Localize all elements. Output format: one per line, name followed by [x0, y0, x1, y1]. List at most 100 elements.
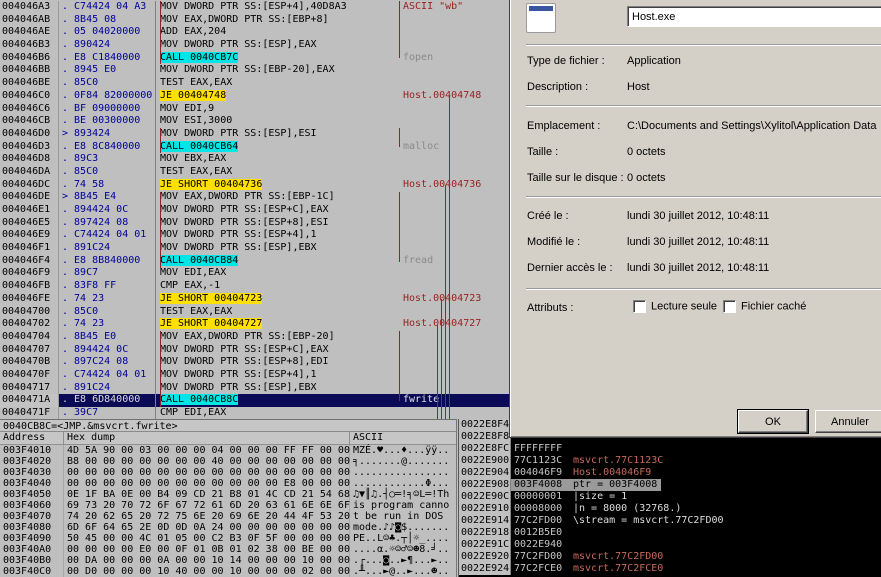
instruction-text: MOV DWORD PTR SS:[ESP],EBX	[160, 381, 317, 393]
disasm-row[interactable]: 004046AE . 05 04020000 ADD EAX,204	[0, 26, 509, 40]
dump-row[interactable]: 003F4040 00 00 00 00 00 00 00 00 00 00 00…	[0, 478, 456, 489]
disasm-row[interactable]: 0040470F . C74424 04 01 MOV DWORD PTR SS:[…	[0, 368, 509, 382]
property-label: Emplacement :	[527, 120, 601, 132]
disasm-row[interactable]: 004046D8 . 89C3 MOV EBX,EAX	[0, 153, 509, 166]
instruction-cell: CALL 0040CB7C	[155, 51, 393, 65]
stack-comment: msvcrt.77C1123C	[573, 455, 664, 466]
dump-row[interactable]: 003F4070 74 20 62 65 20 72 75 6E 20 69 6E…	[0, 511, 456, 522]
dump-row[interactable]: 003F40A0 00 00 00 00 E0 00 0F 01 0B 01 02…	[0, 544, 456, 555]
disasm-row[interactable]: 004046F9 . 89C7 MOV EDI,EAX	[0, 267, 509, 281]
stack-comment: ptr = 003F4008	[573, 479, 662, 491]
instruction-text: JE SHORT 00404723	[160, 292, 263, 304]
hidden-checkbox[interactable]	[723, 300, 736, 313]
stack-row[interactable]: 0022E91C 0022E940	[459, 539, 881, 551]
dump-row[interactable]: 003F4050 0E 1F BA 0E 00 B4 09 CD 21 B8 01…	[0, 489, 456, 500]
instruction-address: 00404717	[2, 381, 51, 393]
ok-button[interactable]: OK	[737, 409, 809, 434]
disasm-row[interactable]: 004046DC . 74 58 JE SHORT 00404736 Host.004…	[0, 178, 509, 192]
disasm-row[interactable]: 0040470B . 897C24 08 MOV DWORD PTR SS:[ESP…	[0, 356, 509, 369]
instruction-text: MOV EAX,DWORD PTR SS:[EBP+8]	[160, 13, 329, 25]
disasm-row[interactable]: 004046C0 . 0F84 82000000 JE 00404748 Host.0…	[0, 89, 509, 103]
dump-row[interactable]: 003F4080 6D 6F 64 65 2E 0D 0D 0A 24 00 00…	[0, 522, 456, 533]
stack-address: 0022E900	[459, 455, 511, 467]
disasm-row[interactable]: 004046BB . 8945 E0 MOV DWORD PTR SS:[EBP-2…	[0, 64, 509, 78]
instruction-bytes: . 89C7	[58, 267, 155, 281]
stack-row[interactable]: 0022E914 77C2FD00 \stream = msvcrt.77C2FD0…	[459, 515, 881, 527]
instruction-bytes: . 891C24	[58, 381, 155, 395]
dump-address: 003F40C0	[0, 566, 64, 577]
instruction-comment: Host.00404748	[403, 89, 482, 101]
disasm-row[interactable]: 004046E5 . 897424 08 MOV DWORD PTR SS:[ESP…	[0, 216, 509, 230]
instruction-cell: MOV EAX,DWORD PTR SS:[EBP-1C]	[155, 191, 393, 204]
disasm-row[interactable]: 004046FB . 83F8 FF CMP EAX,-1	[0, 280, 509, 293]
disasm-row[interactable]: 00404707 . 894424 0C MOV DWORD PTR SS:[ESP…	[0, 343, 509, 357]
instruction-cell: MOV DWORD PTR SS:[ESP+8],EDI	[155, 356, 393, 369]
arg-bracket-fread	[160, 192, 161, 268]
instruction-address: 004046FE	[2, 292, 51, 304]
dump-row[interactable]: 003F4090 50 45 00 00 4C 01 05 00 C2 B3 0F…	[0, 533, 456, 544]
filename-input[interactable]	[627, 6, 881, 27]
stack-address: 0022E904	[459, 467, 511, 479]
stack-row[interactable]: 0022E908 003F4008 ptr = 003F4008	[459, 479, 881, 491]
disasm-row[interactable]: 004046DA . 85C0 TEST EAX,EAX	[0, 165, 509, 179]
disasm-row[interactable]: 004046A3 . C74424 04 A3 MOV DWORD PTR SS:[…	[0, 1, 509, 14]
disasm-row[interactable]: 004046DE > 8B45 E4 MOV EAX,DWORD PTR SS:[E…	[0, 191, 509, 204]
instruction-address: 004046B6	[2, 51, 51, 63]
dump-row[interactable]: 003F4010 4D 5A 90 00 03 00 00 00 04 00 00…	[0, 445, 456, 456]
instruction-bytes: . 74 23	[58, 292, 155, 306]
stack-row[interactable]: 0022E900 77C1123C msvcrt.77C1123C	[459, 455, 881, 467]
disasm-row[interactable]: 004046B6 . E8 C1840000 CALL 0040CB7C fopen	[0, 51, 509, 65]
instruction-comment	[393, 242, 509, 255]
disasm-row[interactable]: 004046E1 . 894424 0C MOV DWORD PTR SS:[ESP…	[0, 204, 509, 217]
disasm-row[interactable]: 00404702 . 74 23 JE SHORT 00404727 Host.004…	[0, 318, 509, 331]
stack-row[interactable]: 0022E920 77C2FD00 msvcrt.77C2FD00	[459, 551, 881, 563]
stack-row[interactable]: 0022E8FC FFFFFFFF	[459, 443, 881, 455]
cancel-button[interactable]: Annuler	[815, 410, 881, 433]
disasm-row[interactable]: 004046D0 > 893424 MOV DWORD PTR SS:[ESP],E…	[0, 127, 509, 141]
stack-row[interactable]: 0022E90C 00000001 |size = 1	[459, 491, 881, 503]
stack-row[interactable]: 0022E910 00008000 |n = 8000 (32768.)	[459, 503, 881, 515]
dump-row[interactable]: 003F4020 B8 00 00 00 00 00 00 00 40 00 00…	[0, 456, 456, 467]
instruction-cell: MOV DWORD PTR SS:[ESP+C],EAX	[155, 204, 393, 217]
dump-row[interactable]: 003F4030 00 00 00 00 00 00 00 00 00 00 00…	[0, 467, 456, 478]
stack-value: 77C2FD00	[514, 515, 563, 526]
stack-row[interactable]: 0022E918 0012B5E0	[459, 527, 881, 539]
readonly-checkbox[interactable]	[633, 300, 646, 313]
instruction-comment	[393, 369, 509, 382]
disasm-row[interactable]: 004046AB . 8B45 08 MOV EAX,DWORD PTR SS:[E…	[0, 13, 509, 27]
instruction-address: 004046F1	[2, 242, 51, 254]
separator	[526, 105, 881, 107]
dump-ascii: ....α.☼☺♂☺☻8.╛..	[353, 544, 450, 555]
stack-row[interactable]: 0022E924 77C2FCE0 msvcrt.77C2FCE0	[459, 563, 881, 575]
instruction-comment	[393, 26, 509, 39]
instruction-bytes: . 897424 08	[58, 216, 155, 230]
instruction-address: 00404707	[2, 343, 51, 355]
disasm-row[interactable]: 004046FE . 74 23 JE SHORT 00404723 Host.004…	[0, 292, 509, 306]
dump-row[interactable]: 003F40B0 00 DA 00 00 00 0A 00 00 10 14 00…	[0, 555, 456, 566]
instruction-cell: MOV DWORD PTR SS:[EBP-20],EAX	[155, 64, 393, 78]
disasm-row[interactable]: 004046D3 . E8 8C840000 CALL 0040CB64 malloc	[0, 140, 509, 154]
disasm-row[interactable]: 004046B3 . 890424 MOV DWORD PTR SS:[ESP],E…	[0, 39, 509, 52]
instruction-text: TEST EAX,EAX	[160, 165, 233, 177]
disasm-row[interactable]: 004046CB . BE 00300000 MOV ESI,3000	[0, 115, 509, 128]
instruction-bytes: . 894424 0C	[58, 204, 155, 217]
disasm-row[interactable]: 00404704 . 8B45 E0 MOV EAX,DWORD PTR SS:[E…	[0, 330, 509, 344]
disasm-row[interactable]: 00404717 . 891C24 MOV DWORD PTR SS:[ESP],E…	[0, 381, 509, 395]
disasm-row[interactable]: 0040471A. E8 6D840000 CALL 0040CB8C fwrite	[0, 394, 509, 407]
disasm-row[interactable]: 004046C6 . BF 09000000 MOV EDI,9	[0, 102, 509, 116]
dump-ascii: PE..L☺♣.┬│☼_....	[353, 533, 450, 544]
disasm-row[interactable]: 00404700 . 85C0 TEST EAX,EAX	[0, 305, 509, 319]
disasm-row[interactable]: 004046F1 . 891C24 MOV DWORD PTR SS:[ESP],E…	[0, 242, 509, 255]
disasm-row[interactable]: 004046F4 . E8 8B840000 CALL 0040CB84 fread	[0, 254, 509, 268]
disasm-row[interactable]: 0040471F . 39C7 CMP EDI,EAX	[0, 407, 509, 419]
disasm-row[interactable]: 004046BE . 85C0 TEST EAX,EAX	[0, 77, 509, 90]
dump-bytes: 00 00 00 00 E0 00 0F 01 0B 01 02 38 00 B…	[64, 544, 350, 555]
stack-row[interactable]: 0022E904 004046F9 Host.004046F9	[459, 467, 881, 479]
jump-line	[445, 185, 446, 419]
disasm-row[interactable]: 004046E9 . C74424 04 01 MOV DWORD PTR SS:[…	[0, 229, 509, 243]
dump-ascii: ................	[353, 467, 450, 478]
dump-row[interactable]: 003F4060 69 73 20 70 72 6F 67 72 61 6D 20…	[0, 500, 456, 511]
arg-bracket-malloc-comment	[399, 128, 400, 147]
instruction-text: MOV EAX,DWORD PTR SS:[EBP-1C]	[160, 191, 335, 203]
dump-row[interactable]: 003F40C0 00 D0 00 00 00 10 40 00 00 10 00…	[0, 566, 456, 577]
